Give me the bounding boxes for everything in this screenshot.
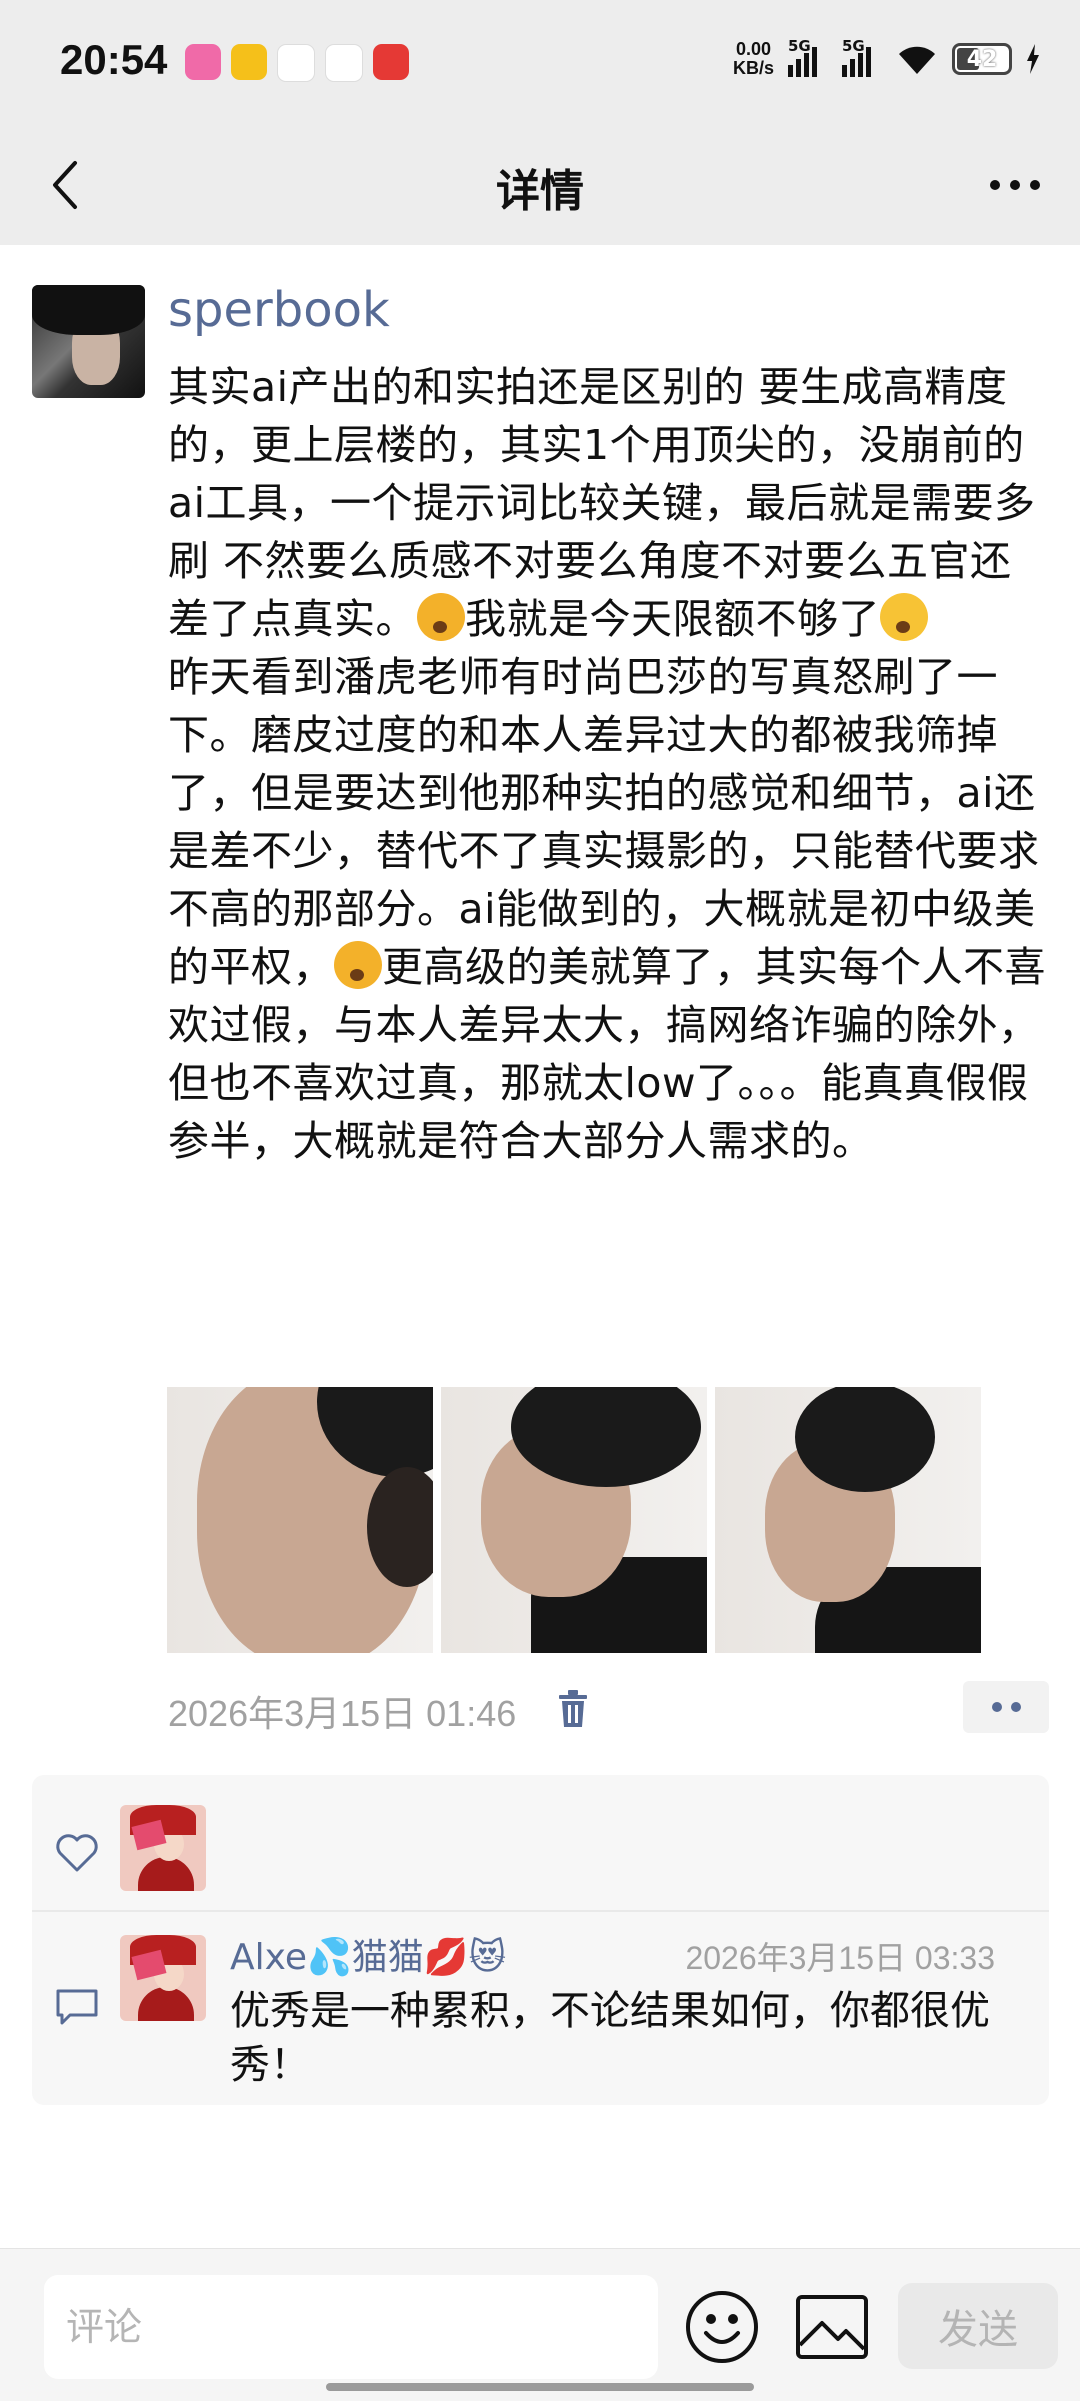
author-avatar[interactable] [32, 285, 145, 398]
post-paragraph-1: 其实ai产出的和实拍还是区别的 要生成高精度的，更上层楼的，其实1个用顶尖的，没… [168, 358, 1048, 648]
notification-icons [185, 44, 409, 82]
lalalab-icon [185, 44, 221, 80]
comment-bar: 发送 [0, 2248, 1080, 2401]
charging-icon [1027, 44, 1039, 74]
emoji-picker-icon[interactable] [684, 2289, 760, 2365]
post-photo-1[interactable] [167, 1387, 433, 1653]
smirk-emoji-icon [334, 941, 382, 989]
comment-text[interactable]: 优秀是一种累积，不论结果如何，你都很优秀！ [230, 1984, 1010, 2092]
fortune-app-icon [325, 44, 363, 82]
signal-5g-icon: 5G [842, 37, 882, 77]
divider [32, 1910, 1049, 1912]
wifi-icon [899, 46, 935, 74]
system-indicators: 0.00 KB/s 5G 5G 42 [733, 37, 1040, 78]
signal-label: 5G [788, 37, 811, 55]
laugh-cry-emoji-icon [880, 593, 928, 641]
commenter-name[interactable]: Alxe💦猫猫💋😻 [230, 1928, 506, 1980]
like-comment-menu-button[interactable] [963, 1681, 1049, 1733]
trash-icon[interactable] [555, 1689, 591, 1729]
author-name[interactable]: sperbook [168, 282, 390, 338]
comment-input[interactable] [44, 2275, 658, 2379]
network-speed-value: 0.00 [735, 39, 772, 59]
nav-header: 详情 [0, 125, 1080, 245]
signal-label: 5G [842, 37, 865, 55]
network-speed-unit: KB/s [732, 58, 774, 78]
post-text-1b: 我就是今天限额不够了 [465, 595, 880, 643]
battery-icon: 42 [952, 43, 1012, 75]
network-speed: 0.00 KB/s [733, 40, 774, 78]
battery-level: 42 [966, 46, 998, 72]
more-options-button[interactable] [980, 150, 1050, 220]
signal-5g-icon: 5G [788, 37, 828, 77]
post-photo-3[interactable] [715, 1387, 981, 1653]
post-photo-2[interactable] [441, 1387, 707, 1653]
more-dots-icon [990, 180, 1040, 190]
post-content: 其实ai产出的和实拍还是区别的 要生成高精度的，更上层楼的，其实1个用顶尖的，没… [168, 358, 1048, 1170]
bird-app-icon [231, 44, 267, 80]
status-time: 20:54 [60, 36, 168, 83]
post-timestamp: 2026年3月15日 01:46 [168, 1693, 517, 1734]
post-photos [167, 1387, 981, 1653]
send-button[interactable]: 发送 [898, 2283, 1058, 2369]
interaction-panel: Alxe💦猫猫💋😻 2026年3月15日 03:33 优秀是一种累积，不论结果如… [32, 1775, 1049, 2105]
post-text-2a: 昨天看到潘虎老师有时尚巴莎的写真怒刷了一下。磨皮过度的和本人差异过大的都被我筛掉… [168, 653, 1040, 991]
image-picker-icon[interactable] [794, 2293, 870, 2361]
comment-icon [56, 1989, 98, 2025]
page-title: 详情 [496, 166, 584, 217]
status-bar: 20:54 0.00 KB/s 5G 5G 42 [0, 0, 1080, 125]
red-stock-app-icon [373, 44, 409, 80]
baidu-icon [277, 44, 315, 82]
commenter-avatar[interactable] [120, 1935, 206, 2021]
heart-icon [56, 1834, 98, 1872]
comment-time: 2026年3月15日 03:33 [685, 1940, 995, 1976]
home-indicator[interactable] [326, 2383, 754, 2391]
post-paragraph-2: 昨天看到潘虎老师有时尚巴莎的写真怒刷了一下。磨皮过度的和本人差异过大的都被我筛掉… [168, 648, 1048, 1170]
liker-avatar[interactable] [120, 1805, 206, 1891]
smirk-emoji-icon [417, 593, 465, 641]
